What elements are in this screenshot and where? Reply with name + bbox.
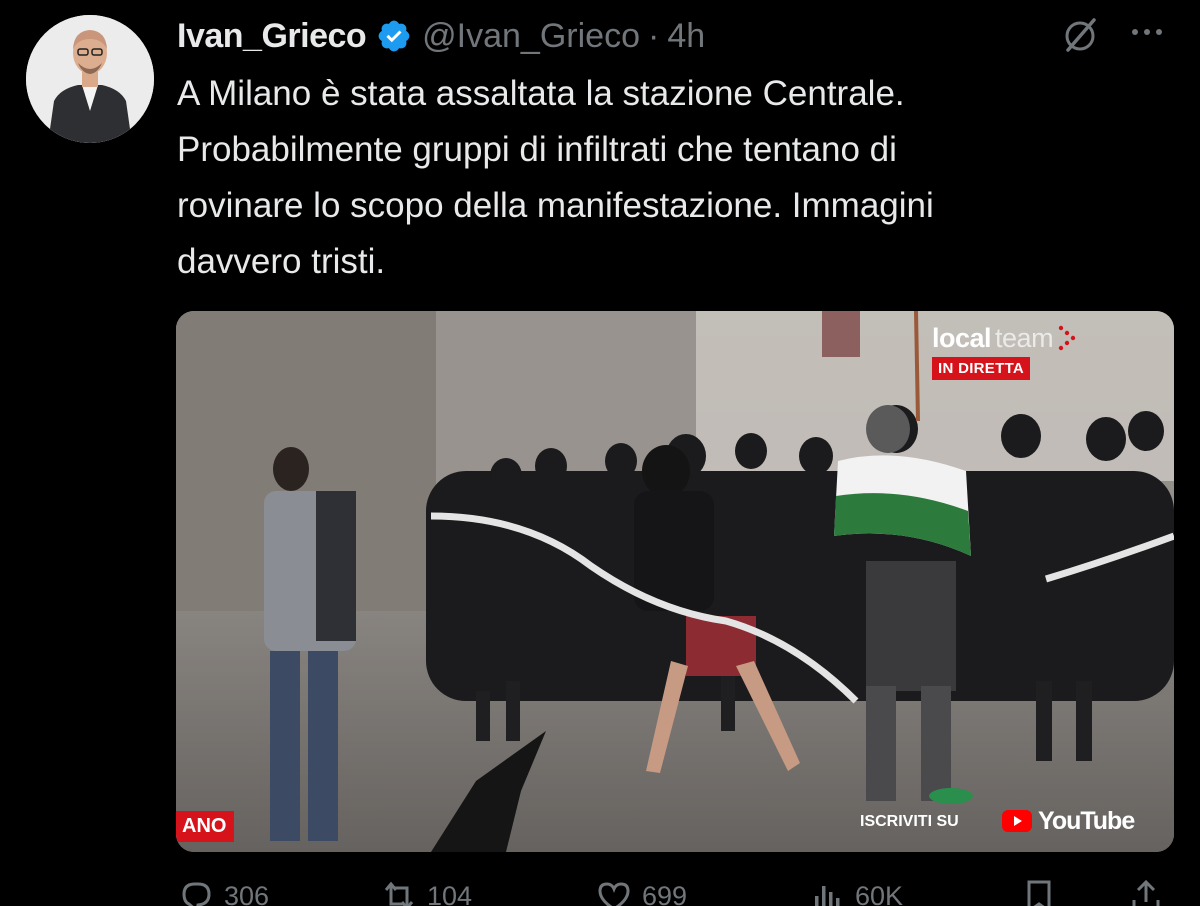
repost-button[interactable]: 104	[381, 878, 472, 906]
repost-icon	[384, 881, 414, 906]
tweet-text-line: A Milano è stata assaltata la stazione C…	[177, 74, 905, 113]
display-name[interactable]: Ivan_Grieco	[177, 17, 367, 56]
views-icon	[815, 886, 840, 906]
more-icon[interactable]	[1125, 12, 1169, 52]
logo-arrow-icon	[1058, 325, 1076, 351]
subscribe-text: ISCRIVITI SU	[860, 813, 959, 830]
views-button[interactable]: 60K	[809, 878, 903, 906]
reply-count: 306	[224, 880, 270, 906]
repost-count: 104	[427, 880, 473, 906]
tweet-media-image[interactable]: local team IN DIRETTA ANO ISCRIVITI SU Y…	[176, 311, 1174, 852]
bookmark-button[interactable]	[1021, 878, 1057, 906]
youtube-label: YouTube	[1038, 807, 1135, 835]
live-badge: IN DIRETTA	[932, 357, 1031, 380]
tweet-actions: 306 104 699 60K	[176, 872, 1176, 906]
tweet-text-line: Probabilmente gruppi di infiltrati che t…	[177, 130, 897, 169]
timestamp[interactable]: 4h	[667, 17, 705, 56]
protest-photo	[176, 311, 1174, 852]
youtube-play-icon	[1002, 810, 1032, 832]
tweet-text-line: rovinare lo scopo della manifestazione. …	[177, 186, 934, 225]
tweet-text: A Milano è stata assaltata la stazione C…	[177, 66, 1157, 290]
reply-icon	[182, 882, 211, 906]
separator-dot: ·	[648, 16, 660, 55]
like-count: 699	[642, 880, 688, 906]
verified-badge-icon	[378, 20, 410, 52]
avatar-photo	[26, 15, 154, 143]
avatar[interactable]	[26, 15, 154, 143]
share-icon	[1132, 879, 1160, 906]
tweet-header: Ivan_Grieco @Ivan_Grieco · 4h	[177, 11, 1017, 61]
grok-icon[interactable]	[1060, 14, 1102, 56]
like-icon	[598, 882, 630, 906]
views-count: 60K	[855, 880, 904, 906]
logo-team-text: team	[995, 322, 1054, 353]
like-button[interactable]: 699	[596, 878, 687, 906]
tweet-text-line: davvero tristi.	[177, 242, 386, 281]
reply-button[interactable]: 306	[178, 878, 269, 906]
share-button[interactable]	[1128, 878, 1164, 906]
bookmark-icon	[1027, 880, 1051, 906]
channel-tag: ANO	[176, 811, 235, 842]
local-team-logo: local team	[932, 322, 1079, 353]
user-handle[interactable]: @Ivan_Grieco	[422, 17, 640, 56]
logo-local-text: local	[932, 322, 992, 353]
